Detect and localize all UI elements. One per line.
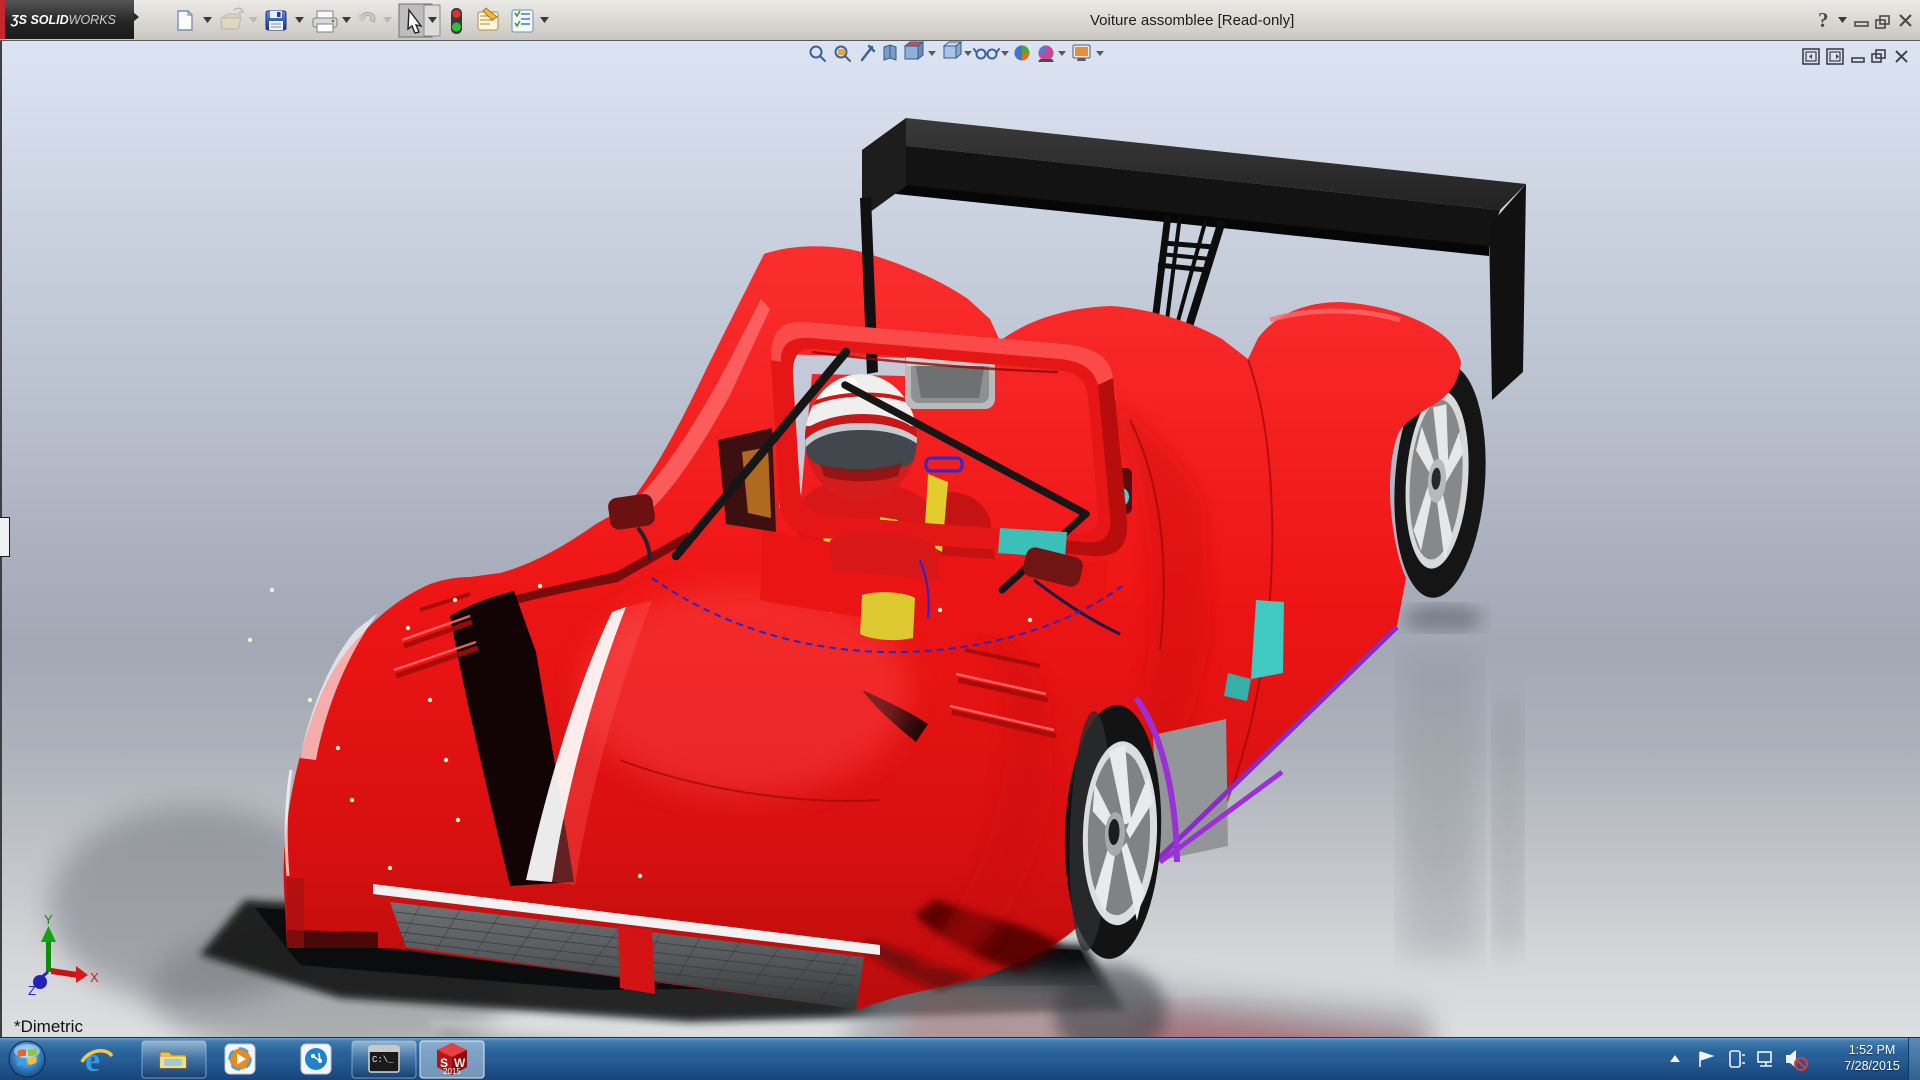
svg-text:e: e: [85, 1042, 100, 1079]
svg-text:?: ?: [1818, 8, 1829, 32]
svg-text:Z: Z: [28, 983, 36, 998]
svg-text:X: X: [90, 970, 99, 985]
svg-text:2015: 2015: [443, 1067, 461, 1076]
svg-text:C:\_: C:\_: [372, 1055, 394, 1065]
svg-text:Y: Y: [44, 912, 53, 927]
